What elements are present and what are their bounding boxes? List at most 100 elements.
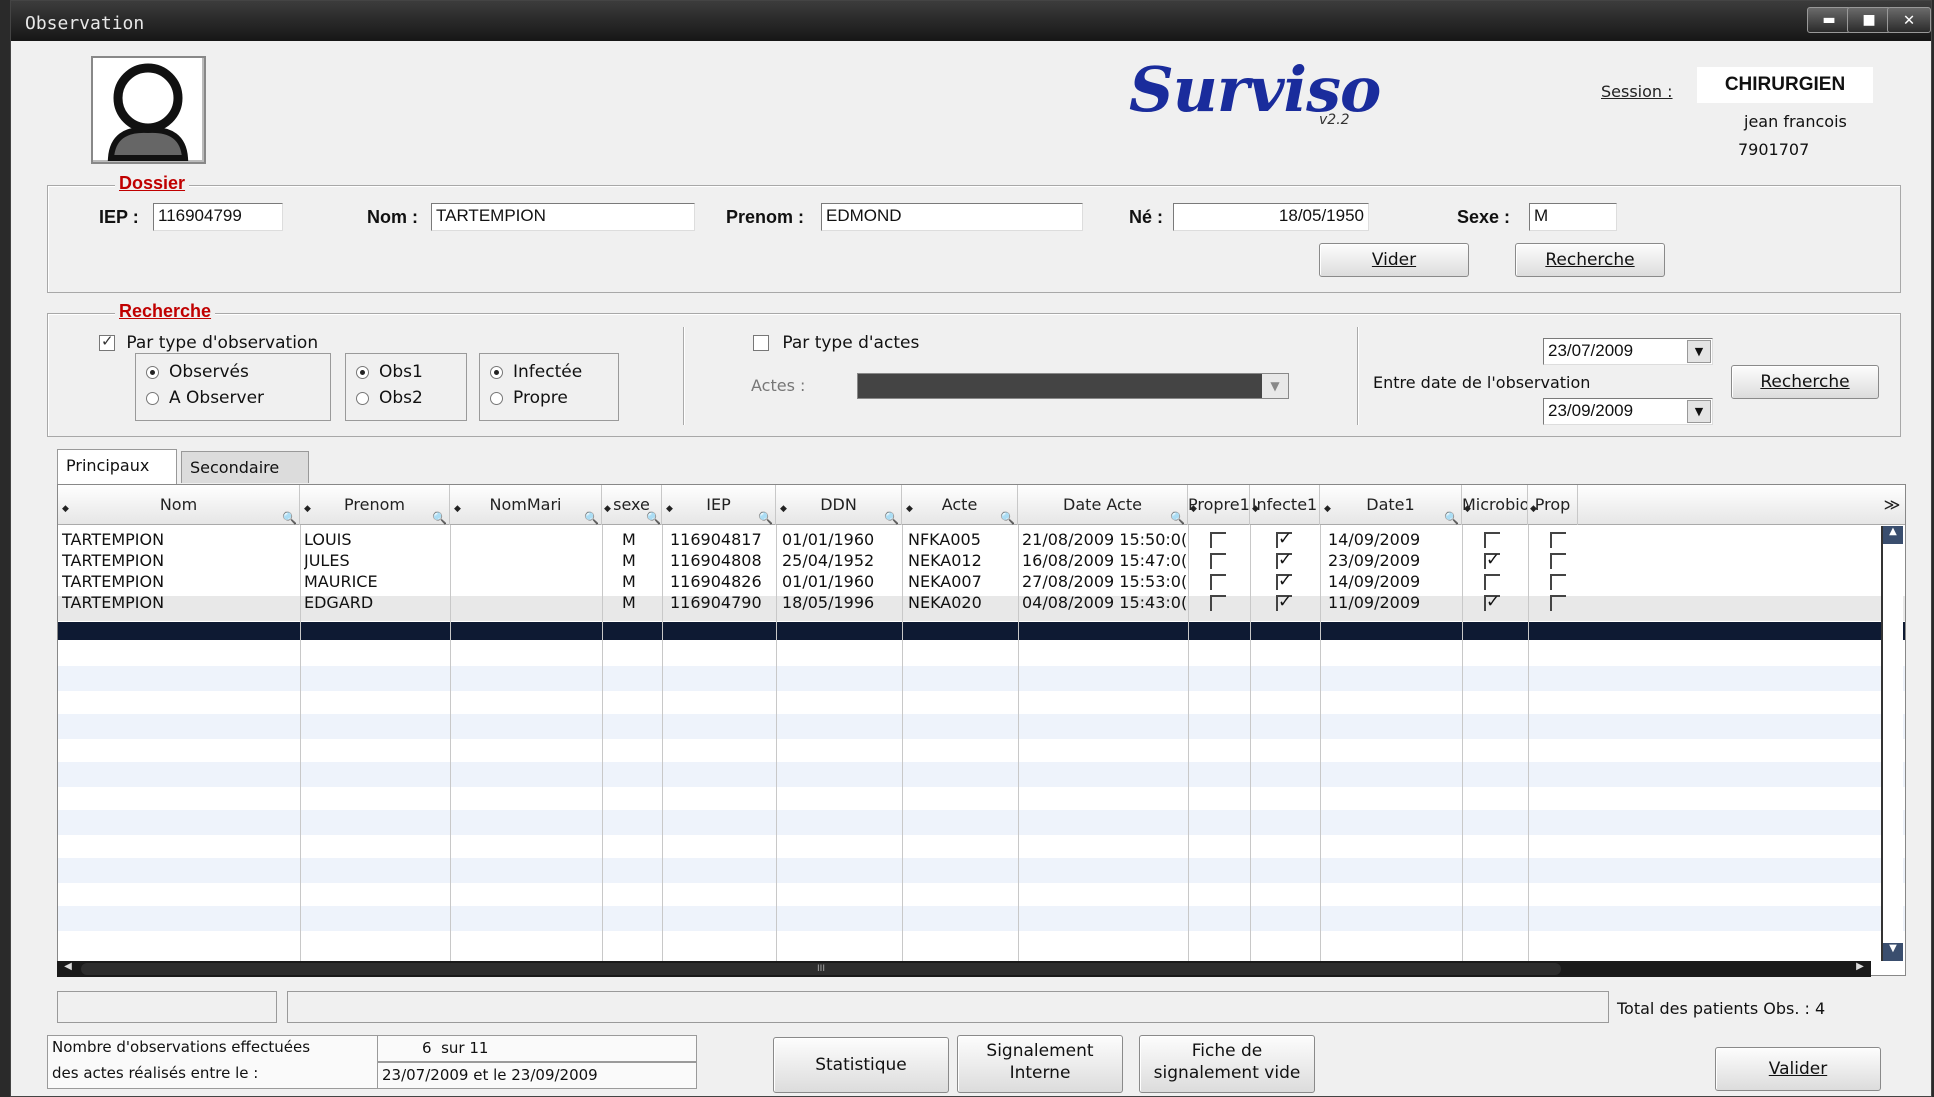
table-header: ◆ Nom 🔍 ◆ Prenom 🔍 ◆ NomMari 🔍 ◆ sexe 🔍 ◆ IEP 🔍 ◆ D…: [58, 485, 1905, 525]
fiche-signalement-vide-button[interactable]: Fiche de signalement vide: [1139, 1035, 1315, 1093]
filter-icon[interactable]: 🔍: [1000, 498, 1015, 525]
date-from-dropdown-icon[interactable]: ▼: [1687, 340, 1711, 363]
scroll-down-icon[interactable]: ▼: [1883, 943, 1903, 961]
radio-observes[interactable]: Observés: [146, 362, 249, 382]
cell-acte: NEKA020: [908, 593, 982, 612]
col-header-ddn[interactable]: ◆ DDN 🔍: [776, 485, 902, 525]
valider-label: Valider: [1768, 1059, 1828, 1079]
propre1-checkbox[interactable]: [1210, 553, 1226, 569]
close-icon[interactable]: ✕: [1887, 7, 1931, 33]
prenom-field[interactable]: EDMOND: [821, 203, 1083, 231]
dossier-recherche-button[interactable]: Recherche: [1515, 243, 1665, 277]
date-to-dropdown-icon[interactable]: ▼: [1687, 400, 1711, 423]
horizontal-scroll-thumb[interactable]: III: [81, 963, 1561, 975]
iep-field[interactable]: 116904799: [153, 203, 283, 231]
infecte1-checkbox[interactable]: [1276, 571, 1292, 591]
propre1-checkbox[interactable]: [1210, 532, 1226, 548]
scroll-up-icon[interactable]: ▲: [1883, 526, 1903, 544]
filter-icon[interactable]: 🔍: [432, 498, 447, 525]
col-header-acte[interactable]: ◆ Acte 🔍: [902, 485, 1018, 525]
radio-propre[interactable]: Propre: [490, 388, 568, 408]
actes-range-value-cell: 23/07/2009 et le 23/09/2009: [377, 1062, 697, 1089]
radio-infectee[interactable]: Infectée: [490, 362, 582, 382]
iep-label: IEP :: [99, 207, 139, 227]
microbio-checkbox[interactable]: [1484, 592, 1500, 612]
col-header-iep[interactable]: ◆ IEP 🔍: [662, 485, 776, 525]
cell-ddn: 18/05/1996: [782, 593, 875, 612]
filter-icon[interactable]: 🔍: [584, 498, 599, 525]
col-header-prop[interactable]: ◆ Prop: [1528, 485, 1578, 525]
nb-obs-value-cell: 6 sur 11: [377, 1035, 697, 1062]
radio-observes-dot[interactable]: [146, 365, 159, 379]
prop-checkbox[interactable]: [1550, 595, 1566, 611]
microbio-checkbox[interactable]: [1484, 550, 1500, 570]
maximize-icon[interactable]: ■: [1847, 7, 1891, 33]
microbio-checkbox[interactable]: [1484, 532, 1500, 548]
valider-button[interactable]: Valider: [1715, 1047, 1881, 1091]
radio-a-observer-label: A Observer: [169, 388, 265, 408]
col-header-nommari[interactable]: ◆ NomMari 🔍: [450, 485, 602, 525]
infecte1-checkbox[interactable]: [1276, 592, 1292, 612]
par-type-actes-checkbox[interactable]: [753, 335, 769, 351]
filter-icon[interactable]: 🔍: [646, 498, 661, 525]
filter-icon[interactable]: 🔍: [1170, 498, 1185, 525]
birthdate-field[interactable]: 18/05/1950: [1173, 203, 1369, 231]
filter-icon[interactable]: 🔍: [282, 498, 297, 525]
prenom-label: Prenom :: [726, 207, 805, 227]
microbio-checkbox[interactable]: [1484, 574, 1500, 590]
column-chooser-icon[interactable]: ≫: [1878, 485, 1905, 525]
actes-range-value: 23/07/2009 et le 23/09/2009: [382, 1066, 598, 1084]
vider-button[interactable]: Vider: [1319, 243, 1469, 277]
scroll-right-icon[interactable]: ▶: [1849, 961, 1871, 977]
col-header-sexe[interactable]: ◆ sexe 🔍: [602, 485, 662, 525]
radio-obs2-label: Obs2: [379, 388, 423, 408]
tab-principaux[interactable]: Principaux: [57, 449, 177, 484]
prop-checkbox[interactable]: [1550, 532, 1566, 548]
col-header-ddn-label: DDN: [820, 495, 857, 514]
radio-obs1[interactable]: Obs1: [356, 362, 423, 382]
par-type-actes[interactable]: Par type d'actes: [753, 333, 919, 353]
prop-checkbox[interactable]: [1550, 574, 1566, 590]
infecte1-checkbox[interactable]: [1276, 550, 1292, 570]
radio-obs1-dot[interactable]: [356, 365, 369, 379]
vertical-scrollbar[interactable]: ▲ ▼: [1881, 526, 1903, 961]
col-header-microbio[interactable]: ◆ Microbio: [1462, 485, 1528, 525]
table-row[interactable]: TARTEMPION EDGARD M 116904790 18/05/1996 NEKA…: [58, 590, 1905, 616]
chevron-down-icon[interactable]: ▼: [1262, 374, 1288, 398]
radio-obs2[interactable]: Obs2: [356, 388, 423, 408]
col-header-date-acte[interactable]: Date Acte 🔍: [1018, 485, 1188, 525]
radio-a-observer[interactable]: A Observer: [146, 388, 264, 408]
filter-icon[interactable]: 🔍: [1444, 498, 1459, 525]
propre1-checkbox[interactable]: [1210, 574, 1226, 590]
session-role: CHIRURGIEN: [1697, 67, 1873, 103]
radio-a-observer-dot[interactable]: [146, 391, 159, 405]
col-header-sexe-label: sexe: [613, 495, 650, 514]
filter-icon[interactable]: 🔍: [884, 498, 899, 525]
nom-field[interactable]: TARTEMPION: [431, 203, 695, 231]
par-type-observation[interactable]: Par type d'observation: [99, 332, 318, 353]
sexe-field[interactable]: M: [1529, 203, 1617, 231]
actes-select[interactable]: ▼: [857, 373, 1289, 399]
radio-propre-dot[interactable]: [490, 391, 503, 405]
filter-icon[interactable]: 🔍: [758, 498, 773, 525]
cell-nom: TARTEMPION: [62, 593, 165, 612]
col-header-prenom[interactable]: ◆ Prenom 🔍: [300, 485, 450, 525]
col-header-propre1[interactable]: ◆ Propre1: [1188, 485, 1250, 525]
infection-radio-group: Infectée Propre: [479, 353, 619, 421]
col-header-nom[interactable]: ◆ Nom 🔍: [58, 485, 300, 525]
radio-obs2-dot[interactable]: [356, 391, 369, 405]
propre1-checkbox[interactable]: [1210, 595, 1226, 611]
scroll-left-icon[interactable]: ◀: [57, 961, 79, 977]
horizontal-scrollbar[interactable]: ◀ III ▶: [57, 961, 1871, 977]
minimize-icon[interactable]: ▬: [1807, 7, 1851, 33]
col-header-date1[interactable]: ◆ Date1 🔍: [1320, 485, 1462, 525]
recherche-date-button[interactable]: Recherche: [1731, 365, 1879, 399]
prop-checkbox[interactable]: [1550, 553, 1566, 569]
col-header-infecte1[interactable]: ◆ Infecte1: [1250, 485, 1320, 525]
infecte1-checkbox[interactable]: [1276, 529, 1292, 549]
par-type-observation-checkbox[interactable]: [99, 332, 115, 351]
statistique-button[interactable]: Statistique: [773, 1037, 949, 1093]
tab-secondaire[interactable]: Secondaire: [181, 451, 309, 483]
signalement-interne-button[interactable]: Signalement Interne: [957, 1035, 1123, 1093]
radio-infectee-dot[interactable]: [490, 365, 503, 379]
